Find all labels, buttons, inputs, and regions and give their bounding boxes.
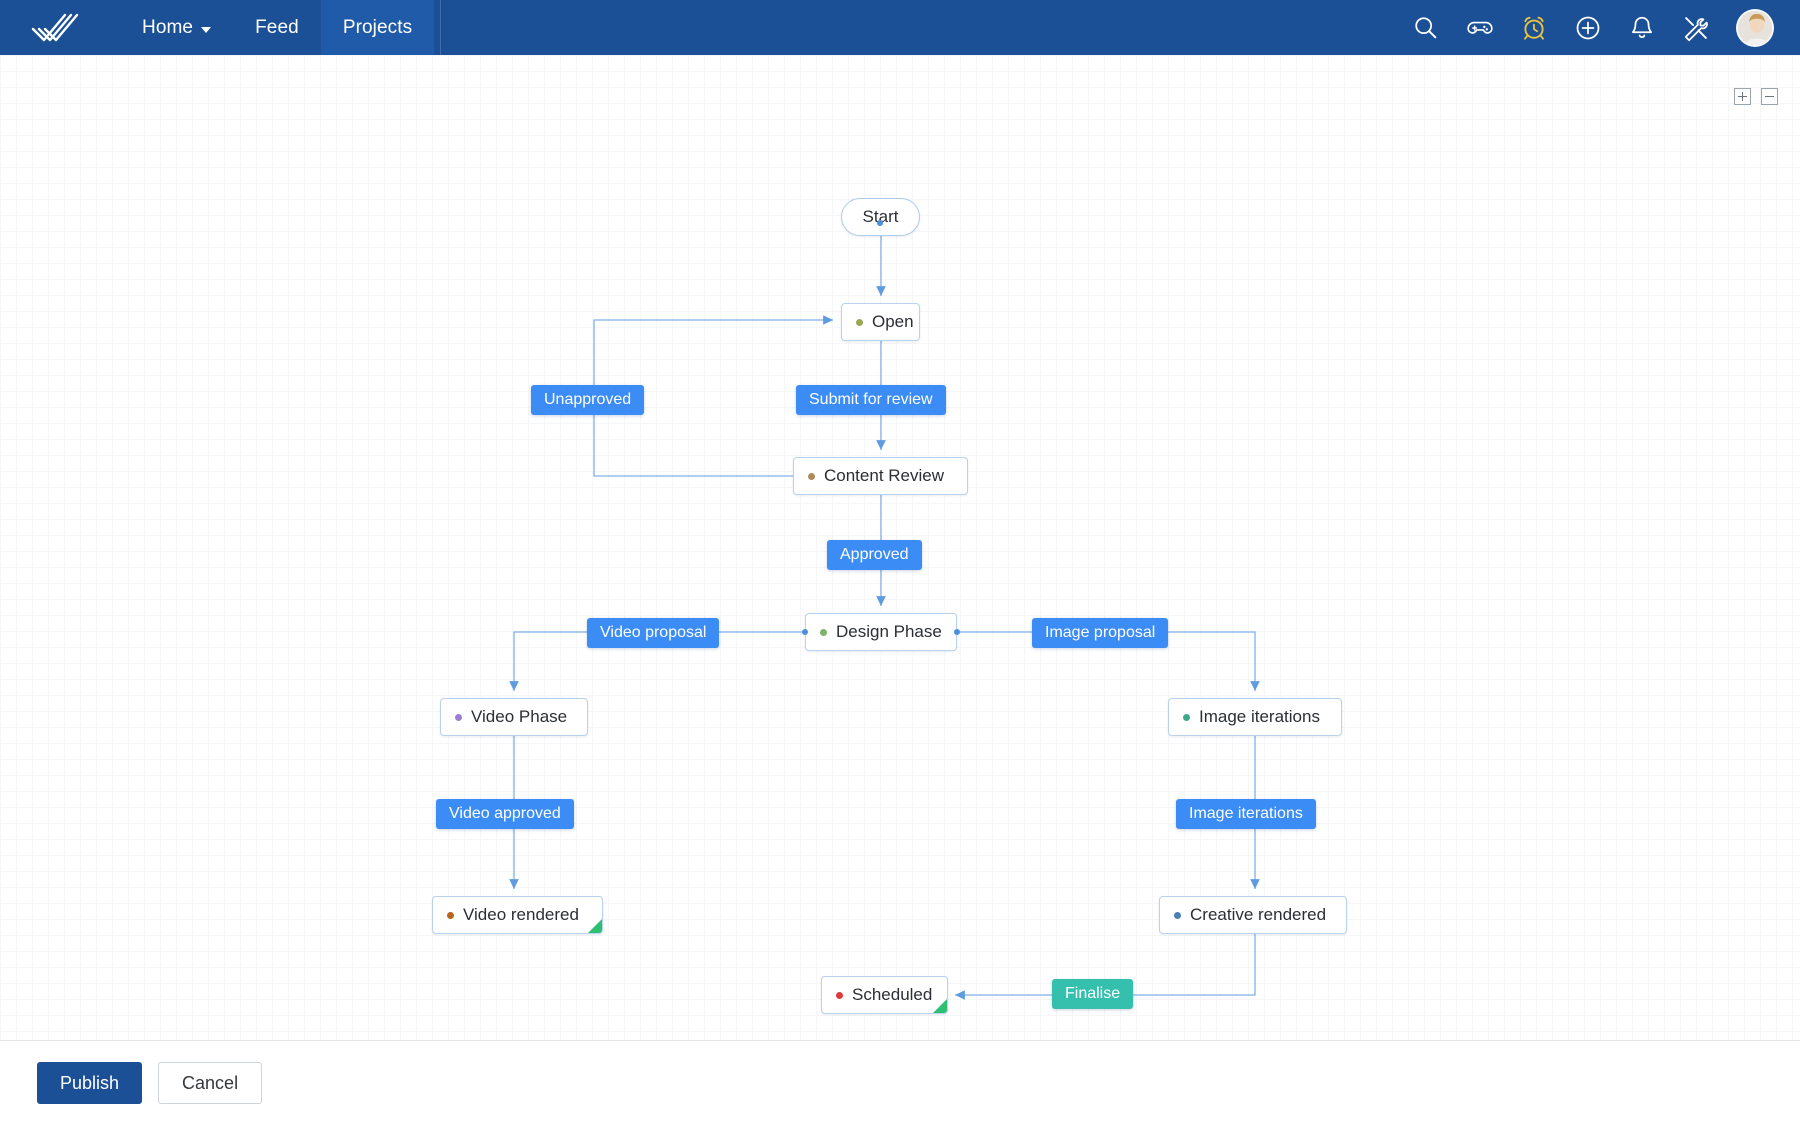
node-start-port (877, 220, 883, 226)
transition-finalise[interactable]: Finalise (1052, 979, 1134, 1009)
tools-icon[interactable] (1682, 14, 1710, 42)
nav-item-projects[interactable]: Projects (320, 0, 435, 55)
chevron-down-icon (201, 26, 212, 33)
alarm-clock-icon[interactable] (1520, 14, 1548, 42)
node-video-phase-status-dot (455, 713, 462, 721)
workflow-canvas[interactable]: Start Open Content Review Design Phase V… (0, 55, 1800, 1065)
transition-video-approved[interactable]: Video approved (436, 799, 574, 829)
node-design-phase-port-right (954, 629, 960, 635)
nav-item-projects-label: Projects (342, 17, 413, 38)
node-scheduled[interactable]: Scheduled (821, 976, 948, 1014)
node-content-review-label: Content Review (824, 466, 945, 485)
transition-approved[interactable]: Approved (827, 540, 922, 570)
node-scheduled-label: Scheduled (852, 985, 933, 1004)
node-video-phase[interactable]: Video Phase (440, 698, 588, 736)
node-video-rendered-label: Video rendered (463, 905, 579, 924)
node-open-label: Open (872, 312, 914, 331)
search-icon[interactable] (1412, 14, 1440, 42)
nav-actions (1412, 8, 1800, 47)
cancel-button[interactable]: Cancel (158, 1062, 263, 1104)
node-scheduled-end-marker-icon (933, 999, 947, 1013)
node-open[interactable]: Open (841, 303, 920, 341)
node-creative-rendered-status-dot (1174, 911, 1181, 919)
bell-icon[interactable] (1628, 14, 1656, 42)
node-creative-rendered-label: Creative rendered (1190, 905, 1327, 924)
primary-nav: Home Feed Projects (120, 0, 435, 55)
nav-divider (440, 0, 442, 55)
action-bar: Publish Cancel (0, 1040, 1800, 1125)
node-design-phase-label: Design Phase (836, 622, 942, 641)
node-video-phase-label: Video Phase (471, 707, 568, 726)
node-content-review-status-dot (808, 472, 815, 480)
transition-video-proposal[interactable]: Video proposal (587, 618, 720, 648)
nav-item-feed[interactable]: Feed (233, 0, 321, 55)
transition-submit-for-review[interactable]: Submit for review (796, 385, 946, 415)
publish-button[interactable]: Publish (37, 1062, 143, 1104)
nav-item-feed-label: Feed (255, 17, 299, 38)
node-creative-rendered[interactable]: Creative rendered (1159, 896, 1347, 934)
double-check-logo-icon (31, 13, 79, 41)
user-avatar[interactable] (1736, 8, 1774, 47)
node-video-rendered-end-marker-icon (588, 919, 602, 933)
node-start[interactable]: Start (841, 198, 920, 236)
node-open-status-dot (856, 318, 863, 326)
plus-circle-icon[interactable] (1574, 14, 1602, 42)
node-scheduled-status-dot (836, 991, 843, 999)
node-image-iterations[interactable]: Image iterations (1168, 698, 1342, 736)
transition-unapproved[interactable]: Unapproved (531, 385, 645, 415)
zoom-controls (1734, 88, 1778, 105)
node-video-rendered-status-dot (447, 911, 454, 919)
nav-item-home-label: Home (142, 17, 194, 38)
top-navigation-bar: Home Feed Projects (0, 0, 1800, 55)
zoom-out-button[interactable] (1761, 88, 1778, 105)
node-video-rendered[interactable]: Video rendered (432, 896, 603, 934)
brand-logo[interactable] (22, 11, 88, 45)
nav-item-home[interactable]: Home (120, 0, 233, 55)
transition-image-iterations[interactable]: Image iterations (1176, 799, 1316, 829)
node-design-phase-status-dot (820, 628, 827, 636)
zoom-in-button[interactable] (1734, 88, 1751, 105)
node-image-iterations-status-dot (1183, 713, 1190, 721)
gamepad-icon[interactable] (1466, 14, 1494, 42)
transition-image-proposal[interactable]: Image proposal (1032, 618, 1169, 648)
node-design-phase-port-left (802, 629, 808, 635)
node-design-phase[interactable]: Design Phase (805, 613, 957, 651)
node-content-review[interactable]: Content Review (793, 457, 968, 495)
avatar-image (1738, 10, 1772, 45)
node-image-iterations-label: Image iterations (1199, 707, 1320, 726)
